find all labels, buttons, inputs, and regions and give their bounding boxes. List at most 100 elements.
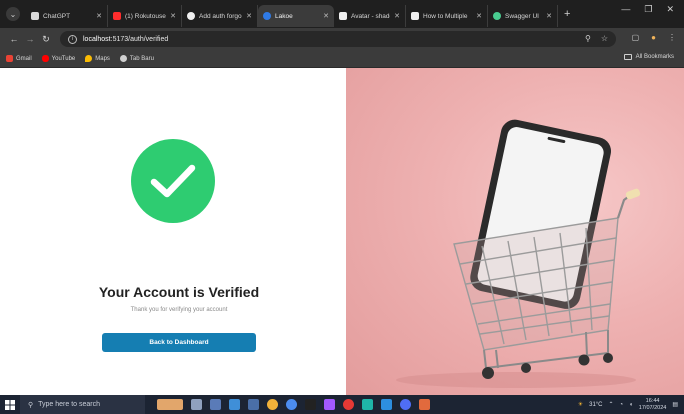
gmail-icon	[6, 55, 13, 62]
all-bookmarks[interactable]: All Bookmarks	[623, 54, 674, 60]
task-view-icon[interactable]	[191, 399, 202, 410]
widgets-icon[interactable]	[157, 399, 183, 410]
chevron-up-icon[interactable]: ⌃	[609, 401, 614, 408]
bookmark-star-icon[interactable]: ☆	[601, 34, 608, 43]
tab-title: Add auth forgo	[199, 12, 242, 20]
success-check-icon	[131, 139, 215, 223]
close-icon[interactable]: ✕	[246, 12, 252, 20]
profile-icon[interactable]: ●	[651, 33, 656, 42]
clock-time: 16:44	[645, 397, 660, 404]
tab-shadcn[interactable]: Avatar - shadcn ✕	[334, 5, 406, 27]
verification-panel: Your Account is Verified Thank you for v…	[0, 68, 346, 395]
browser-icon[interactable]	[400, 399, 411, 410]
opera-icon[interactable]	[343, 399, 354, 410]
weather-icon[interactable]: ☀	[578, 401, 583, 408]
tab-search-icon[interactable]: ⌄	[6, 7, 20, 21]
database-icon[interactable]	[419, 399, 430, 410]
chrome-icon[interactable]	[267, 399, 278, 410]
close-icon[interactable]: ✕	[96, 12, 102, 20]
back-icon[interactable]: ←	[6, 34, 22, 44]
tab-title: Swagger UI	[505, 12, 539, 20]
globe-icon	[119, 55, 127, 62]
pinned-apps	[157, 399, 430, 410]
search-placeholder: Type here to search	[38, 401, 101, 408]
volume-icon[interactable]: ◖	[629, 402, 633, 408]
system-tray: ☀ 31°C ⌃ ◔ ◖ 16:44 17/07/2024 ▤	[578, 395, 678, 414]
page-icon	[411, 12, 419, 20]
bookmark-gmail[interactable]: Gmail	[6, 55, 32, 62]
forward-icon[interactable]: →	[22, 34, 38, 44]
reload-icon[interactable]: ↻	[38, 34, 54, 45]
wifi-icon[interactable]: ◔	[620, 402, 624, 408]
tab-title: Lakoe	[275, 12, 293, 20]
maximize-icon[interactable]: ❐	[644, 4, 652, 15]
bookmark-label: Maps	[95, 55, 110, 62]
store-icon[interactable]	[229, 399, 240, 410]
bookmark-youtube[interactable]: YouTube	[41, 55, 75, 62]
minimize-icon[interactable]: —	[621, 4, 630, 15]
address-bar-actions: ⚲ ☆	[585, 34, 608, 43]
windows-start-icon[interactable]	[0, 399, 20, 410]
close-icon[interactable]: ✕	[546, 12, 552, 20]
tab-swagger[interactable]: Swagger UI ✕	[488, 5, 558, 27]
shopping-cart-phone-illustration	[396, 119, 641, 388]
url-host: localhost	[83, 35, 111, 43]
clock-date: 17/07/2024	[638, 404, 667, 411]
close-icon[interactable]: ✕	[170, 12, 176, 20]
browser-window: ⌄ ChatGPT ✕ (1) Rokutousein ✕ Add auth f…	[0, 0, 684, 414]
calculator-icon[interactable]	[210, 399, 221, 410]
clock[interactable]: 16:44 17/07/2024	[639, 398, 667, 412]
page-title: Your Account is Verified	[98, 284, 260, 300]
address-bar[interactable]: i localhost:5173/auth/verified ⚲ ☆	[60, 31, 616, 47]
search-icon: ⚲	[28, 401, 34, 409]
bookmarks-bar: Gmail YouTube Maps Tab Baru All Bookmark…	[0, 50, 684, 68]
vscode-icon[interactable]	[381, 399, 392, 410]
toolbar-actions: ▢ ● ⋮	[632, 33, 676, 42]
url-text: localhost:5173/auth/verified	[83, 36, 168, 43]
youtube-icon	[113, 12, 121, 20]
tab-title: How to Multiple	[423, 12, 468, 20]
hero-image	[346, 68, 684, 395]
close-icon[interactable]: ✕	[323, 12, 329, 20]
site-info-icon[interactable]: i	[68, 34, 77, 44]
window-controls: — ❐ ✕	[621, 4, 684, 15]
tab-chatgpt[interactable]: ChatGPT ✕	[26, 5, 108, 27]
address-toolbar: ← → ↻ i localhost:5173/auth/verified ⚲ ☆…	[0, 28, 684, 50]
close-icon[interactable]: ✕	[394, 12, 400, 20]
sidebar-icon[interactable]: ▢	[632, 33, 640, 42]
close-window-icon[interactable]: ✕	[666, 4, 674, 15]
tab-multiple[interactable]: How to Multiple ✕	[406, 5, 488, 27]
tab-title: Avatar - shadcn	[351, 12, 390, 20]
windows-taskbar: ⚲ Type here to search ☀ 31°C ⌃ ◔ ◖ 16:44…	[0, 395, 684, 414]
tab-strip: ⌄ ChatGPT ✕ (1) Rokutousein ✕ Add auth f…	[0, 0, 684, 28]
folder-icon	[623, 54, 632, 60]
bookmark-maps[interactable]: Maps	[85, 55, 110, 62]
notifications-icon[interactable]: ▤	[672, 401, 678, 408]
close-icon[interactable]: ✕	[476, 12, 482, 20]
chrome-alt-icon[interactable]	[286, 399, 297, 410]
youtube-icon	[41, 55, 49, 62]
temperature: 31°C	[589, 401, 603, 408]
figma-icon[interactable]	[324, 399, 335, 410]
chatgpt-icon	[31, 12, 39, 20]
windows-logo-icon	[5, 399, 15, 410]
checkmark-icon	[150, 164, 196, 198]
tab-youtube[interactable]: (1) Rokutousein ✕	[108, 5, 182, 27]
new-tab-icon[interactable]: +	[564, 8, 570, 20]
bookmark-label: Gmail	[16, 55, 32, 62]
page-viewport: Your Account is Verified Thank you for v…	[0, 68, 684, 395]
gitkraken-icon[interactable]	[362, 399, 373, 410]
zoom-icon[interactable]: ⚲	[585, 34, 591, 43]
tiktok-icon[interactable]	[305, 399, 316, 410]
files-icon[interactable]	[248, 399, 259, 410]
bookmark-tab-baru[interactable]: Tab Baru	[119, 55, 154, 62]
taskbar-search[interactable]: ⚲ Type here to search	[20, 395, 145, 414]
page-subtitle: Thank you for verifying your account	[130, 307, 228, 313]
shadcn-icon	[339, 12, 347, 20]
maps-pin-icon	[85, 55, 93, 62]
tab-github[interactable]: Add auth forgo ✕	[182, 5, 258, 27]
back-to-dashboard-button[interactable]: Back to Dashboard	[102, 333, 256, 352]
tab-lakoe[interactable]: Lakoe ✕	[258, 5, 334, 27]
menu-icon[interactable]: ⋮	[668, 33, 676, 42]
lakoe-icon	[263, 12, 271, 20]
